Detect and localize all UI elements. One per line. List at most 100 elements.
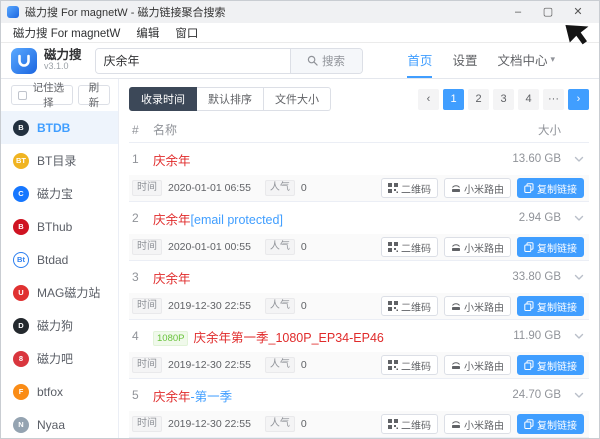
- checkbox-icon: [18, 91, 27, 100]
- sidebar-source-item[interactable]: BT BT目录: [1, 144, 118, 177]
- sort-default-button[interactable]: 默认排序: [197, 87, 264, 111]
- menu-app[interactable]: 磁力搜 For magnetW: [5, 25, 128, 41]
- expand-toggle[interactable]: [561, 330, 589, 342]
- maximize-button[interactable]: ▢: [533, 1, 563, 23]
- sidebar-source-item[interactable]: D 磁力狗: [1, 309, 118, 342]
- result-size: 33.80 GB: [481, 271, 561, 283]
- results-toolbar: 收录时间 默认排序 文件大小 ‹1234···›: [129, 87, 589, 111]
- xiaomi-router-button[interactable]: 小米路由: [444, 296, 511, 316]
- result-row: 4 1080P庆余年第一季_1080P_EP34-EP46 11.90 GB 时…: [129, 320, 589, 379]
- qrcode-button[interactable]: 二维码: [381, 178, 438, 198]
- source-list: B BTDB BT BT目录 C 磁力宝 B BThub Bt Btdad U …: [1, 111, 118, 438]
- source-label: MAG磁力站: [37, 284, 100, 301]
- source-icon: B: [13, 120, 29, 136]
- app-header: 磁力搜 v3.1.0 搜索 首页 设置 文档中心 ▾: [1, 43, 599, 79]
- qrcode-button-label: 二维码: [401, 358, 431, 373]
- pagination-item[interactable]: 1: [443, 89, 464, 110]
- pagination-item[interactable]: 4: [518, 89, 539, 110]
- popularity-tag: 人气: [265, 180, 295, 196]
- qrcode-button[interactable]: 二维码: [381, 237, 438, 257]
- nav-home[interactable]: 首页: [407, 43, 432, 78]
- expand-toggle[interactable]: [561, 271, 589, 283]
- xiaomi-router-button[interactable]: 小米路由: [444, 355, 511, 375]
- result-title[interactable]: 1080P庆余年第一季_1080P_EP34-EP46: [153, 327, 481, 346]
- result-title[interactable]: 庆余年-第一季: [153, 386, 481, 405]
- popularity-value: 0: [301, 182, 307, 194]
- copy-link-button[interactable]: 复制链接: [517, 178, 584, 198]
- result-main-row: 1 庆余年 13.60 GB: [129, 143, 589, 175]
- close-button[interactable]: ✕: [563, 1, 593, 23]
- sidebar-source-item[interactable]: N Nyaa: [1, 408, 118, 438]
- router-icon: [451, 360, 461, 370]
- xiaomi-router-button[interactable]: 小米路由: [444, 178, 511, 198]
- chevron-down-icon: ▾: [550, 54, 555, 65]
- sidebar-source-item[interactable]: C 磁力宝: [1, 177, 118, 210]
- copy-icon: [524, 301, 534, 311]
- result-title[interactable]: 庆余年[email protected]: [153, 209, 481, 228]
- result-row: 2 庆余年[email protected] 2.94 GB 时间 2020-0…: [129, 202, 589, 261]
- sort-by-size-button[interactable]: 文件大小: [264, 87, 331, 111]
- qrcode-button[interactable]: 二维码: [381, 296, 438, 316]
- sidebar-source-item[interactable]: F btfox: [1, 375, 118, 408]
- expand-toggle[interactable]: [561, 212, 589, 224]
- result-index: 5: [129, 388, 153, 402]
- pagination-item[interactable]: 3: [493, 89, 514, 110]
- result-title[interactable]: 庆余年: [153, 268, 481, 287]
- qrcode-button[interactable]: 二维码: [381, 355, 438, 375]
- sidebar-source-item[interactable]: B BTDB: [1, 111, 118, 144]
- header-size: 大小: [481, 122, 561, 138]
- result-row: 1 庆余年 13.60 GB 时间 2020-01-01 06:55 人气 0: [129, 143, 589, 202]
- time-tag: 时间: [132, 416, 162, 432]
- nav-docs[interactable]: 文档中心 ▾: [497, 43, 555, 78]
- xiaomi-router-button-label: 小米路由: [464, 358, 504, 373]
- sidebar-source-item[interactable]: 8 磁力吧: [1, 342, 118, 375]
- source-label: 磁力狗: [37, 317, 73, 334]
- popularity-value: 0: [301, 241, 307, 253]
- source-icon: BT: [13, 153, 29, 169]
- pagination-item[interactable]: ‹: [418, 89, 439, 110]
- qrcode-button[interactable]: 二维码: [381, 414, 438, 434]
- sidebar-source-item[interactable]: B BThub: [1, 210, 118, 243]
- xiaomi-router-button-label: 小米路由: [464, 417, 504, 432]
- expand-toggle[interactable]: [561, 389, 589, 401]
- copy-link-button[interactable]: 复制链接: [517, 414, 584, 434]
- expand-toggle[interactable]: [561, 153, 589, 165]
- pagination-item[interactable]: 2: [468, 89, 489, 110]
- chevron-down-icon: [573, 153, 585, 165]
- result-title-text: 庆余年[email protected]: [153, 213, 283, 227]
- popularity-value: 0: [301, 300, 307, 312]
- copy-link-button[interactable]: 复制链接: [517, 355, 584, 375]
- sort-by-time-button[interactable]: 收录时间: [129, 87, 197, 111]
- qrcode-icon: [388, 301, 398, 311]
- result-detail-row: 时间 2020-01-01 06:55 人气 0 二维码 小米路由: [129, 175, 589, 202]
- copy-link-button[interactable]: 复制链接: [517, 237, 584, 257]
- result-title[interactable]: 庆余年: [153, 150, 481, 169]
- popularity-tag: 人气: [265, 239, 295, 255]
- popularity-tag: 人气: [265, 298, 295, 314]
- search-button[interactable]: 搜索: [290, 49, 362, 73]
- copy-link-button[interactable]: 复制链接: [517, 296, 584, 316]
- popularity-value: 0: [301, 418, 307, 430]
- minimize-button[interactable]: –: [503, 1, 533, 23]
- chevron-down-icon: [573, 212, 585, 224]
- qrcode-icon: [388, 419, 398, 429]
- window-controls: – ▢ ✕: [503, 1, 593, 23]
- refresh-button[interactable]: 刷新: [78, 85, 110, 105]
- search-input[interactable]: [96, 49, 290, 73]
- popularity-value: 0: [301, 359, 307, 371]
- xiaomi-router-button[interactable]: 小米路由: [444, 237, 511, 257]
- pagination-item[interactable]: ›: [568, 89, 589, 110]
- source-label: Btdad: [37, 253, 68, 267]
- xiaomi-router-button[interactable]: 小米路由: [444, 414, 511, 434]
- menu-window[interactable]: 窗口: [167, 25, 206, 41]
- nav-settings[interactable]: 设置: [452, 43, 477, 78]
- chevron-down-icon: [573, 330, 585, 342]
- remember-choice-button[interactable]: 记住选择: [11, 85, 73, 105]
- menu-edit[interactable]: 编辑: [128, 25, 167, 41]
- qrcode-icon: [388, 183, 398, 193]
- pagination-item[interactable]: ···: [543, 89, 564, 110]
- sidebar-source-item[interactable]: Bt Btdad: [1, 243, 118, 276]
- sidebar-source-item[interactable]: U MAG磁力站: [1, 276, 118, 309]
- magnet-search-window: { "colors": { "accent": "#409EFF", "high…: [0, 0, 600, 439]
- time-value: 2020-01-01 00:55: [168, 241, 251, 253]
